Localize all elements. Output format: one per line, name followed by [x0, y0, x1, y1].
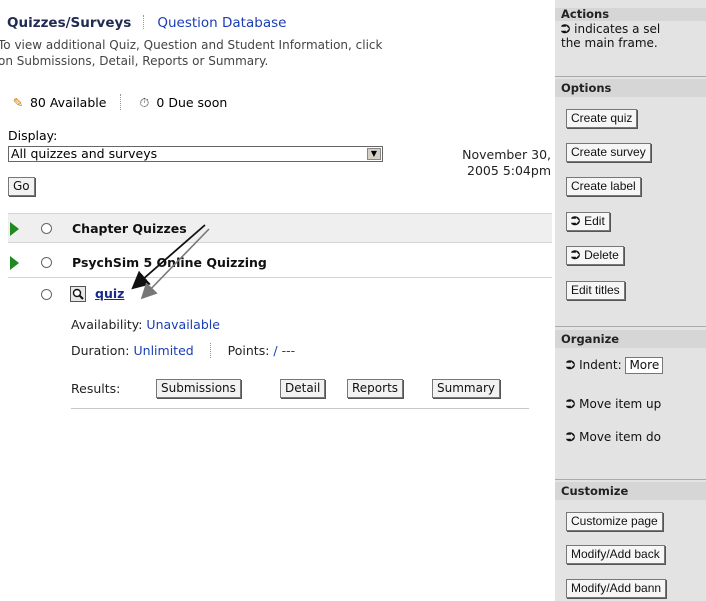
- create-survey-button[interactable]: Create survey: [566, 143, 651, 162]
- display-select-value: All quizzes and surveys: [11, 146, 158, 161]
- expand-triangle-icon[interactable]: [10, 256, 19, 270]
- edit-button[interactable]: ⮊ Edit: [566, 212, 610, 231]
- question-database-link[interactable]: Question Database: [157, 15, 286, 31]
- header-divider: [143, 15, 145, 29]
- actions-title: Actions: [555, 8, 706, 21]
- preview-icon[interactable]: [70, 286, 86, 302]
- reports-button[interactable]: Reports: [347, 379, 404, 398]
- quiz-stats: ✎ 80 Available ⏱ 0 Due soon: [10, 94, 227, 111]
- page-header: Quizzes/Surveys Question Database: [7, 15, 286, 31]
- availability-value[interactable]: Unavailable: [146, 317, 220, 332]
- actions-description: ⮊ indicates a sel the main frame.: [561, 22, 660, 50]
- delete-button[interactable]: ⮊ Delete: [566, 246, 624, 265]
- create-quiz-button[interactable]: Create quiz: [566, 109, 638, 128]
- list-item-psychsim[interactable]: PsychSim 5 Online Quizzing: [8, 248, 552, 278]
- duration-points: Duration: Unlimited Points: / ---: [71, 343, 295, 358]
- list-item-chapter-quizzes[interactable]: Chapter Quizzes: [8, 213, 552, 243]
- section-divider: [555, 76, 706, 77]
- intro-line-1: To view additional Quiz, Question and St…: [0, 38, 383, 52]
- edit-titles-button[interactable]: Edit titles: [566, 281, 625, 300]
- move-down-label[interactable]: Move item do: [579, 430, 661, 444]
- delete-label: Delete: [584, 248, 619, 262]
- meta-divider: [209, 343, 212, 358]
- display-select[interactable]: All quizzes and surveys ▼: [8, 146, 383, 162]
- main-frame: Quizzes/Surveys Question Database To view…: [0, 0, 552, 601]
- action-arrow-icon: ⮊: [571, 248, 581, 262]
- select-radio[interactable]: [41, 223, 52, 234]
- move-down-link[interactable]: ⮊ Move item do: [566, 430, 661, 445]
- indent-control: ⮊ Indent: More: [566, 357, 664, 374]
- item-label[interactable]: Chapter Quizzes: [72, 221, 187, 236]
- availability: Availability: Unavailable: [71, 317, 220, 332]
- date-line-2: 2005 5:04pm: [467, 163, 551, 178]
- actions-panel: Actions ⮊ indicates a sel the main frame.…: [555, 0, 706, 601]
- indent-select[interactable]: More: [625, 357, 664, 374]
- detail-button[interactable]: Detail: [280, 379, 326, 398]
- create-label-button[interactable]: Create label: [566, 177, 641, 196]
- duration-value: Unlimited: [133, 343, 194, 358]
- section-divider: [555, 479, 706, 480]
- actions-line-1: indicates a sel: [574, 22, 661, 36]
- summary-button[interactable]: Summary: [432, 379, 500, 398]
- select-radio[interactable]: [41, 289, 52, 300]
- modify-banner-button[interactable]: Modify/Add bann: [566, 579, 667, 598]
- edit-label: Edit: [584, 214, 605, 228]
- action-arrow-icon: ⮊: [571, 214, 581, 228]
- actions-line-2: the main frame.: [561, 36, 658, 50]
- results-label: Results:: [71, 381, 121, 396]
- go-button[interactable]: Go: [8, 177, 35, 196]
- due-soon-count: 0 Due soon: [156, 95, 228, 110]
- points-value: / ---: [273, 343, 296, 358]
- date-line-1: November 30,: [462, 147, 551, 162]
- pencil-icon: ✎: [12, 95, 24, 110]
- expand-triangle-icon[interactable]: [10, 222, 19, 236]
- intro-text: To view additional Quiz, Question and St…: [0, 37, 536, 69]
- submissions-button[interactable]: Submissions: [156, 379, 241, 398]
- modify-background-button[interactable]: Modify/Add back: [566, 545, 665, 564]
- clock-icon: ⏱: [139, 95, 150, 110]
- customize-title: Customize: [555, 482, 706, 500]
- customize-page-button[interactable]: Customize page: [566, 512, 663, 531]
- select-radio[interactable]: [41, 257, 52, 268]
- current-date: November 30, 2005 5:04pm: [423, 147, 551, 179]
- intro-line-2: on Submissions, Detail, Reports or Summa…: [0, 54, 269, 68]
- display-label: Display:: [8, 128, 58, 143]
- indent-label: Indent:: [579, 358, 622, 372]
- available-count: 80 Available: [29, 95, 107, 110]
- action-arrow-icon: ⮊: [566, 397, 576, 411]
- action-arrow-icon: ⮊: [566, 430, 576, 444]
- organize-title: Organize: [555, 330, 706, 348]
- page-title: Quizzes/Surveys: [7, 15, 132, 31]
- move-up-label[interactable]: Move item up: [579, 397, 661, 411]
- action-arrow-icon: ⮊: [561, 22, 571, 36]
- stats-divider: [120, 94, 122, 110]
- section-divider: [71, 408, 529, 409]
- options-title: Options: [555, 79, 706, 97]
- duration-label: Duration:: [71, 343, 130, 358]
- points-label: Points:: [227, 343, 270, 358]
- availability-label: Availability:: [71, 317, 143, 332]
- item-label[interactable]: PsychSim 5 Online Quizzing: [72, 255, 267, 270]
- chevron-down-icon[interactable]: ▼: [367, 148, 381, 160]
- quiz-link[interactable]: quiz: [95, 286, 124, 301]
- action-arrow-icon: ⮊: [566, 358, 576, 372]
- move-up-link[interactable]: ⮊ Move item up: [566, 397, 661, 412]
- section-divider: [555, 326, 706, 327]
